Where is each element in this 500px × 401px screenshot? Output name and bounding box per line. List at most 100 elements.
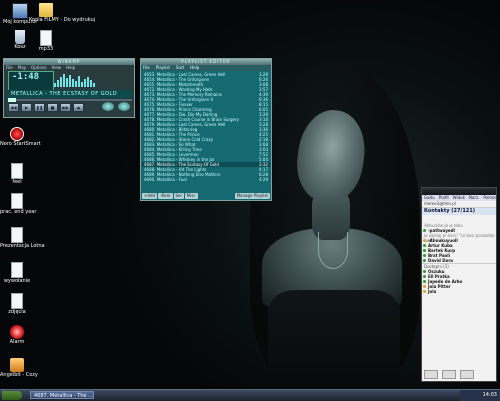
desktop-icon-label: Nero StartSmart (0, 141, 41, 147)
playlist-menu-sort[interactable]: Sort (176, 65, 184, 70)
playlist-menu-file[interactable]: File (143, 65, 150, 70)
playlist-tracks: 4653. Metallica - Last Caress, Green Hel… (142, 72, 270, 182)
desktop-icon-label: zdjęcia (8, 309, 26, 315)
desktop-icon-label: wywołanie (3, 278, 31, 284)
account-label[interactable]: meme2@tlen.pl (422, 201, 496, 208)
desktop-icon-prezentacja[interactable]: Prezentacja Lotna (0, 227, 45, 249)
spectrum-bar (81, 82, 83, 87)
desktop-icon-alarm[interactable]: Alarm (0, 325, 34, 345)
spectrum-bar (78, 76, 80, 87)
messenger-menu-item[interactable]: Profil (439, 195, 449, 200)
start-button[interactable] (2, 391, 22, 400)
desktop-icon-prac-end-year[interactable]: prac. end year (0, 193, 37, 215)
status-dot-icon (423, 244, 426, 247)
angelbit-icon (10, 358, 24, 372)
desktop-icon-angelbit[interactable]: Angelbit - Cozy (0, 358, 38, 378)
play-button[interactable]: ▶ (21, 103, 32, 112)
winamp-menu: File Play Options View Help (6, 65, 80, 70)
document-icon (40, 30, 52, 46)
contact-item[interactable]: Jola (422, 289, 496, 294)
spectrum-bar (60, 77, 62, 87)
playlist-window[interactable]: PLAYLIST EDITOR File Playlist Sort Help 465… (140, 58, 272, 201)
desktop-icon-mp33[interactable]: mp33 (29, 30, 63, 52)
folder-icon (39, 3, 53, 17)
desktop-icon-feel[interactable]: feel (0, 163, 34, 185)
desktop-icon-label: Angelbit - Cozy (0, 372, 38, 378)
track-title: 4690. Metallica - Fuel (144, 177, 187, 182)
previous-button[interactable]: ◀◀ (8, 103, 19, 112)
playlist-menu-help[interactable]: Help (190, 65, 199, 70)
misc-button[interactable]: Misc (184, 193, 198, 199)
spectrum-bar (69, 75, 71, 87)
messenger-bottom-bar (424, 370, 474, 379)
desktop-icon-wywolanie[interactable]: wywołanie (0, 262, 34, 284)
spectrum-bar (84, 79, 86, 87)
select-button[interactable]: Sel (173, 193, 184, 199)
document-icon (11, 193, 23, 209)
contacts-header: Kontakty (27/121) (422, 208, 496, 215)
winamp-menu-help[interactable]: Help (66, 65, 75, 70)
winamp-menu-play[interactable]: Play (18, 65, 26, 70)
playlist-buttons: +Add -Rem Sel Misc Manage Playlist (142, 193, 270, 199)
desktop-icon-label: prac. end year (0, 209, 37, 215)
document-icon (11, 293, 23, 309)
taskbar: 4687. Metallica - The ... 14:03 (0, 389, 500, 401)
status-dot-icon (423, 254, 426, 257)
seek-bar[interactable] (8, 98, 132, 102)
playlist-menu: File Playlist Sort Help (141, 65, 271, 71)
manage-playlist-button[interactable]: Manage Playlist (234, 193, 270, 199)
contact-text: Jola (428, 289, 437, 294)
volume-knob-icon[interactable] (102, 102, 114, 111)
messenger-window[interactable]: Gadu Profil Widok Narz. Pomoc meme2@tlen.pl … (421, 187, 497, 382)
status-dot-icon (423, 290, 426, 293)
time-readout: -1:48 (12, 72, 40, 82)
winamp-menu-options[interactable]: Options (31, 65, 46, 70)
spectrum-analyzer (54, 73, 104, 87)
playlist-track-row[interactable]: 4690. Metallica - Fuel 4:29 (142, 177, 270, 182)
winamp-main-window[interactable]: WINAMP File Play Options View Help -1:48 MET… (3, 58, 135, 118)
spectrum-bar (75, 81, 77, 87)
desktop-icon-nero[interactable]: Nero StartSmart (0, 127, 41, 147)
winamp-menu-view[interactable]: View (51, 65, 61, 70)
pause-button[interactable]: ❚❚ (34, 103, 45, 112)
status-dot-icon (423, 285, 426, 288)
desktop-icon-label: mp33 (38, 46, 54, 52)
system-tray-clock[interactable]: 14:03 (460, 390, 500, 401)
messenger-menu-item[interactable]: Widok (453, 195, 465, 200)
search-button[interactable] (460, 370, 474, 379)
spectrum-bar (87, 77, 89, 87)
messenger-menu-item[interactable]: Gadu (424, 195, 435, 200)
wallpaper-necklace (318, 232, 348, 269)
spectrum-bar (57, 80, 59, 87)
status-dot-icon (423, 259, 426, 262)
desktop-icon-zdjecia[interactable]: zdjęcia (0, 293, 34, 315)
playlist-menu-playlist[interactable]: Playlist (156, 65, 170, 70)
add-button[interactable]: +Add (142, 193, 158, 199)
taskbar-item-winamp[interactable]: 4687. Metallica - The ... (30, 391, 94, 399)
eject-button[interactable]: ⏏ (73, 103, 84, 112)
stop-button[interactable]: ■ (47, 103, 58, 112)
remove-button[interactable]: -Rem (158, 193, 173, 199)
balance-knob-icon[interactable] (118, 102, 130, 111)
seek-handle[interactable] (8, 98, 16, 102)
desktop-icon-label: Alarm (9, 339, 25, 345)
options-button[interactable] (442, 370, 456, 379)
messenger-titlebar[interactable] (422, 188, 496, 195)
spectrum-bar (54, 83, 56, 87)
spectrum-bar (72, 79, 74, 87)
messenger-menu-item[interactable]: Narz. (469, 195, 479, 200)
recycle-bin-icon (15, 30, 25, 44)
transport-controls: ◀◀ ▶ ❚❚ ■ ▶▶ ⏏ (8, 103, 84, 112)
next-button[interactable]: ▶▶ (60, 103, 71, 112)
messenger-menu-item[interactable]: Pomoc (483, 195, 496, 200)
desktop-icon-kopia-filmy[interactable]: Kopia FILMY - Do wydrukuj (29, 3, 96, 23)
winamp-menu-file[interactable]: File (6, 65, 13, 70)
document-icon (11, 163, 23, 179)
status-dot-icon (423, 229, 426, 232)
desktop-icon-label: feel (12, 179, 22, 185)
spectrum-bar (66, 78, 68, 87)
status-button[interactable] (424, 370, 438, 379)
desktop-icon-label: Prezentacja Lotna (0, 243, 45, 249)
desktop-icon-label: Kopia FILMY - Do wydrukuj (29, 17, 96, 23)
status-dot-icon (423, 280, 426, 283)
